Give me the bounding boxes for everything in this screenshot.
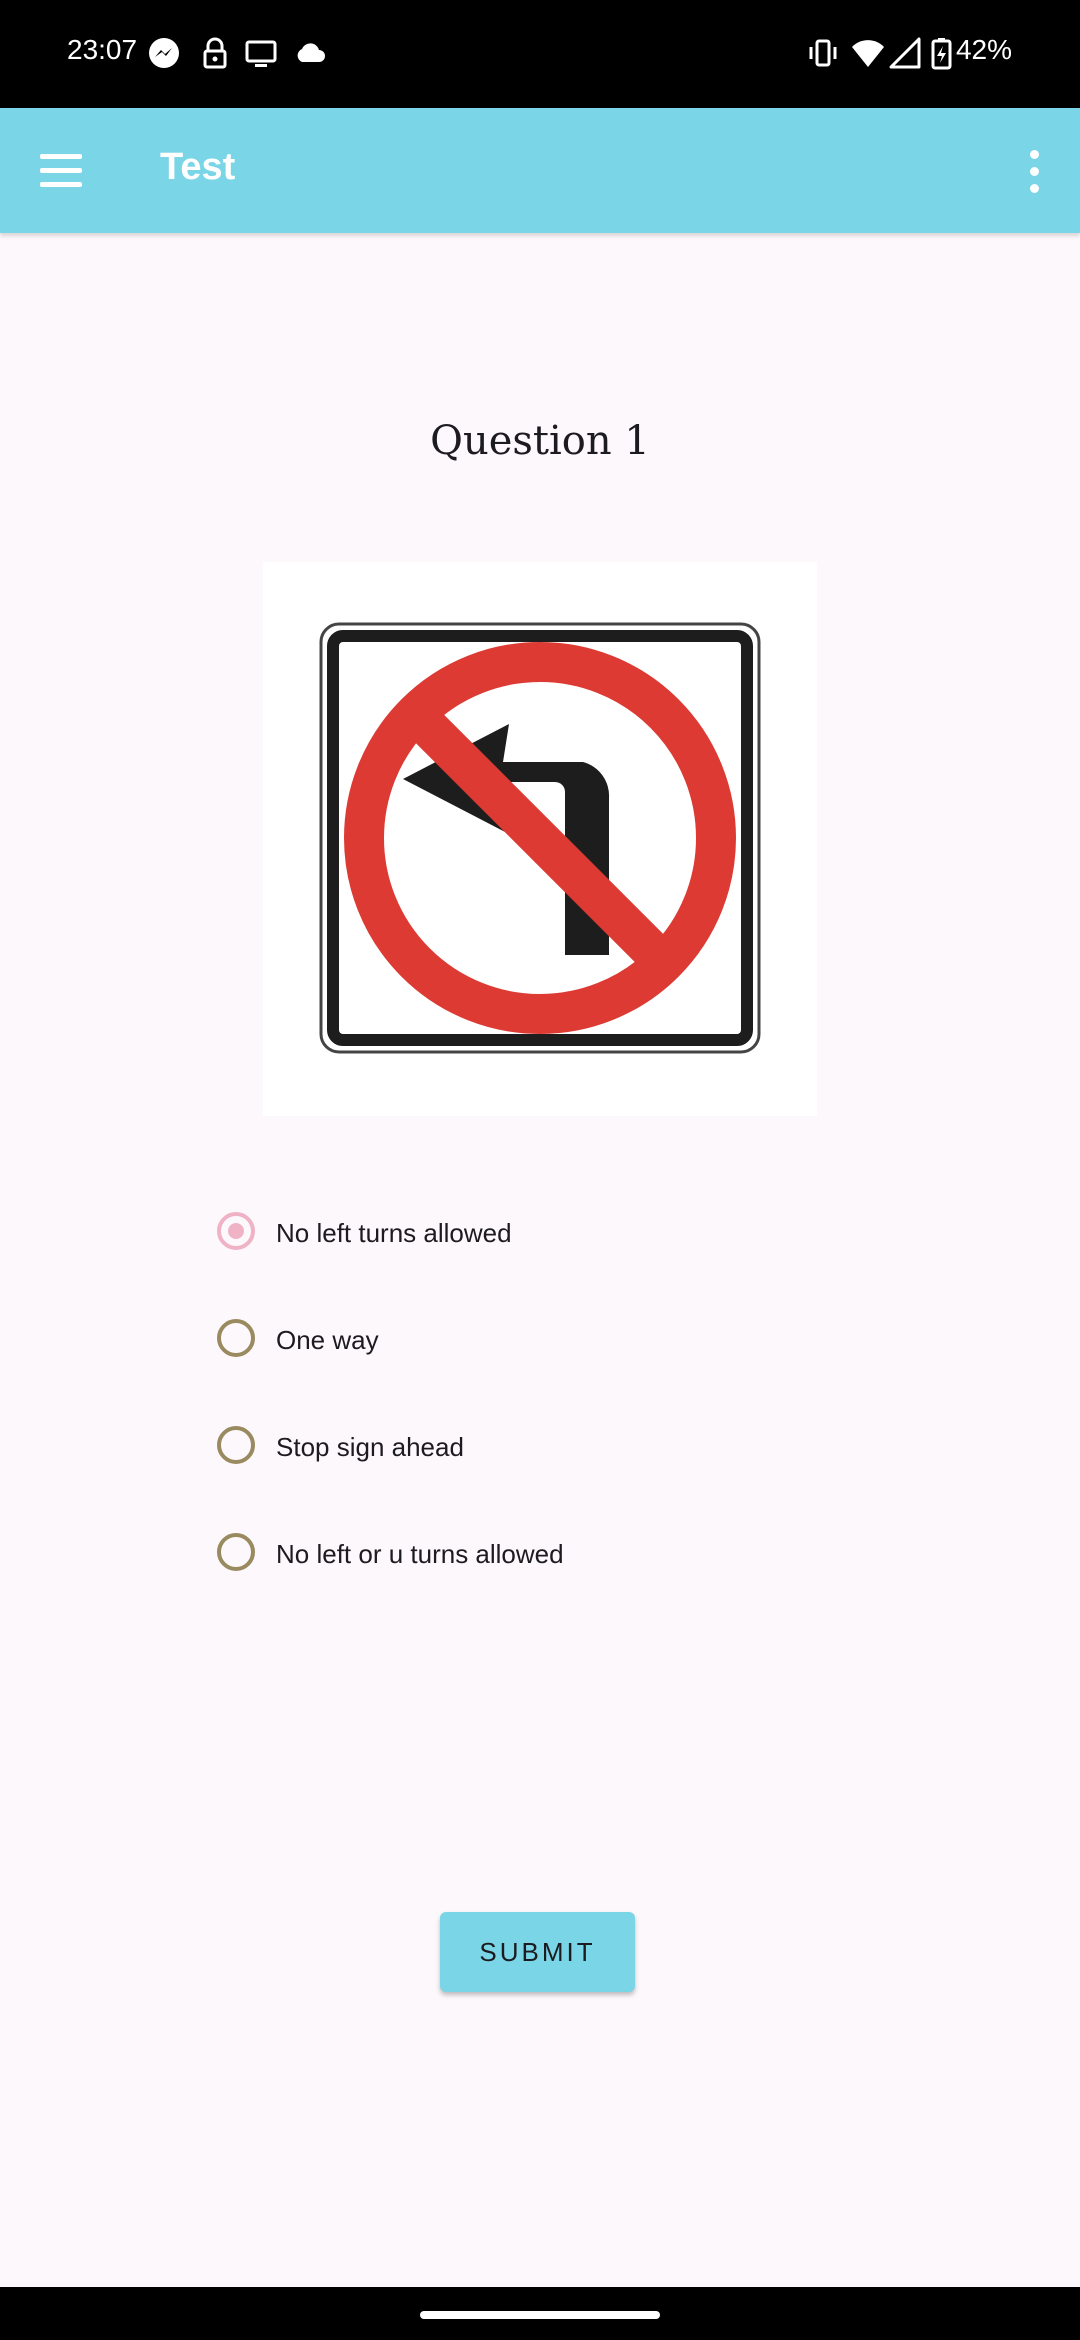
option-no-left-or-u-turns[interactable]: No left or u turns allowed (215, 1521, 815, 1591)
lock-icon (203, 37, 227, 69)
home-indicator[interactable] (420, 2311, 660, 2319)
cloud-icon (297, 43, 325, 62)
option-label: Stop sign ahead (276, 1432, 464, 1462)
option-stop-sign-ahead[interactable]: Stop sign ahead (215, 1414, 815, 1484)
radio-button-selected[interactable] (217, 1212, 255, 1250)
battery-charging-icon (931, 38, 952, 70)
option-one-way[interactable]: One way (215, 1307, 815, 1377)
question-image (263, 562, 817, 1116)
radio-button[interactable] (217, 1426, 255, 1464)
battery-percentage: 42% (955, 34, 1012, 65)
hamburger-menu-icon[interactable] (32, 142, 90, 200)
option-no-left-turns[interactable]: No left turns allowed (215, 1200, 815, 1270)
more-vert-icon[interactable] (1014, 142, 1054, 202)
wifi-icon (852, 40, 884, 67)
question-title: Question 1 (430, 418, 650, 464)
status-time: 23:07 (67, 34, 138, 65)
status-bar: 23:07 42% (0, 0, 1080, 108)
option-label: No left turns allowed (276, 1218, 512, 1248)
messenger-icon (149, 38, 179, 68)
option-label: One way (276, 1325, 379, 1355)
app-bar: Test (0, 108, 1080, 233)
option-label: No left or u turns allowed (276, 1539, 564, 1569)
radio-button[interactable] (217, 1319, 255, 1357)
submit-button[interactable]: SUBMIT (440, 1912, 635, 1992)
signal-icon (889, 37, 921, 69)
app-title: Test (160, 146, 236, 188)
navigation-bar (0, 2287, 1080, 2340)
vibrate-icon (809, 39, 837, 67)
no-left-turn-sign-icon (319, 622, 761, 1054)
cast-icon (245, 40, 277, 67)
radio-button[interactable] (217, 1533, 255, 1571)
